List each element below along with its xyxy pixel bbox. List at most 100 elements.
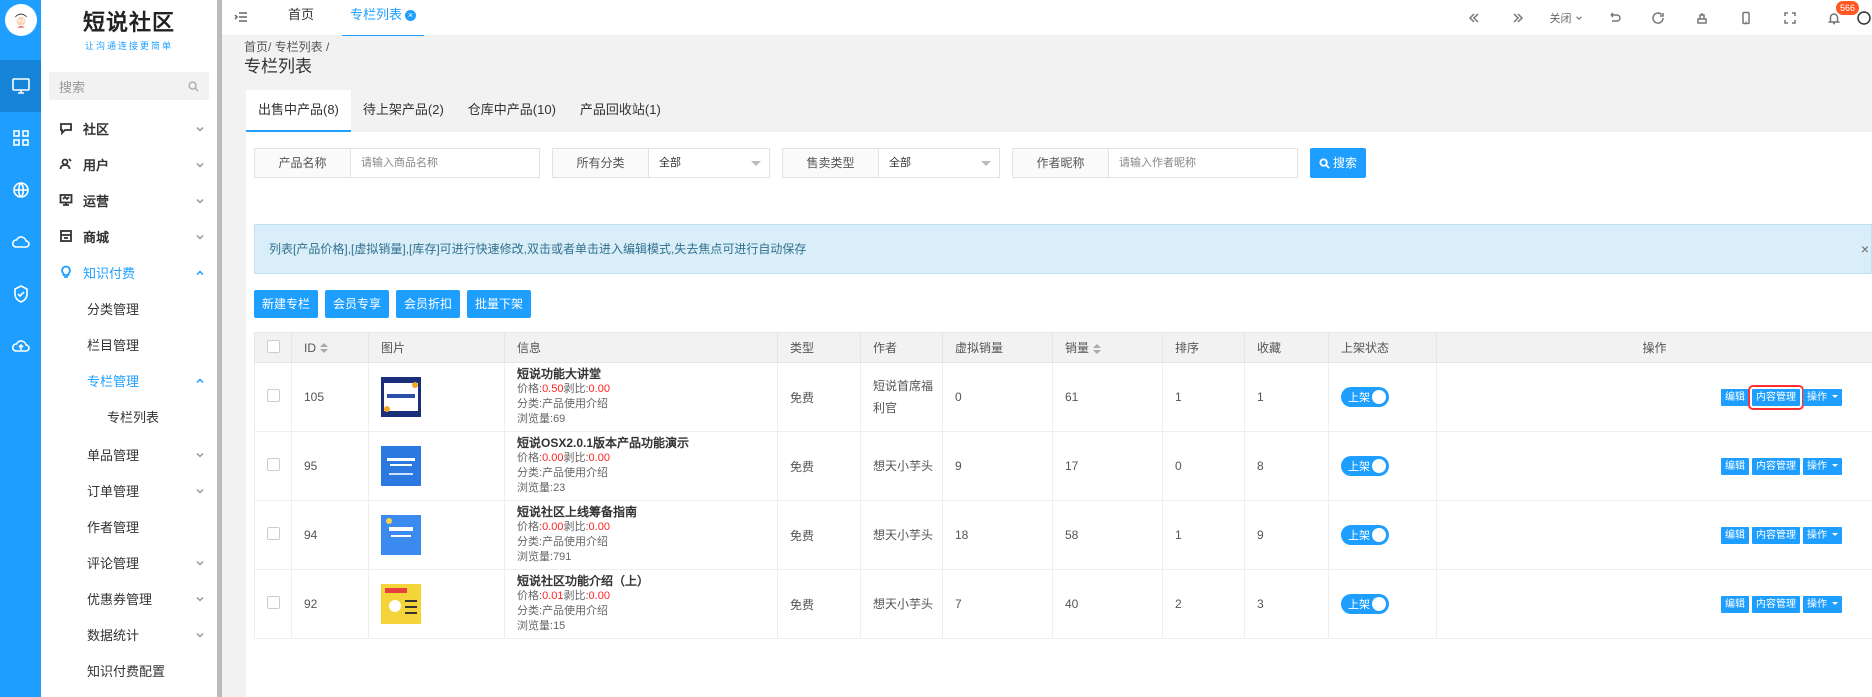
prev-tab-icon[interactable] — [1452, 0, 1496, 36]
price-value[interactable]: 0.01 — [542, 590, 563, 602]
row-select-cell — [254, 500, 292, 570]
product-category-line: 分类:产品使用介绍 — [517, 466, 777, 481]
chevron-down-icon — [195, 484, 205, 494]
sidebar-item-comment-manage[interactable]: 评论管理 — [41, 544, 217, 580]
product-thumbnail[interactable] — [381, 515, 504, 555]
tab-on-sale[interactable]: 出售中产品(8) — [246, 90, 351, 132]
content-manage-button[interactable]: 内容管理 — [1752, 595, 1800, 613]
cell-virtual-sales[interactable]: 9 — [942, 431, 1053, 501]
tab-pending[interactable]: 待上架产品(2) — [351, 90, 456, 132]
operation-dropdown-button[interactable]: 操作 — [1803, 457, 1842, 475]
row-checkbox[interactable] — [267, 389, 280, 402]
product-category-line: 分类:产品使用介绍 — [517, 604, 777, 619]
cell-sort[interactable]: 1 — [1162, 362, 1245, 432]
product-thumbnail[interactable] — [381, 377, 504, 417]
close-tabs-dropdown[interactable]: 关闭 — [1540, 0, 1592, 36]
sidebar-item-order-manage[interactable]: 订单管理 — [41, 472, 217, 508]
sort-icon[interactable] — [1093, 343, 1102, 354]
sidebar-item-knowledge-config[interactable]: 知识付费配置 — [41, 652, 217, 688]
edit-button[interactable]: 编辑 — [1721, 457, 1749, 475]
notification-bell-icon[interactable]: 566 — [1812, 0, 1860, 36]
operation-dropdown-button[interactable]: 操作 — [1803, 595, 1842, 613]
row-checkbox[interactable] — [267, 458, 280, 471]
cell-sort[interactable]: 2 — [1162, 569, 1245, 639]
rail-monitor-icon[interactable] — [0, 60, 41, 112]
sidebar-item-store[interactable]: 商城 — [41, 218, 217, 254]
author-input[interactable]: 请输入作者昵称 — [1109, 149, 1297, 177]
content-manage-button[interactable]: 内容管理 — [1752, 526, 1800, 544]
sidebar-item-label: 知识付费 — [83, 265, 136, 281]
sidebar-item-coupon-manage[interactable]: 优惠券管理 — [41, 580, 217, 616]
sidebar-item-column-manage[interactable]: 栏目管理 — [41, 326, 217, 362]
sale-type-select[interactable]: 全部 — [879, 149, 999, 177]
product-name: 短说社区功能介绍（上） — [517, 574, 650, 588]
menu-search-input[interactable]: 搜索 — [49, 72, 209, 100]
mobile-icon[interactable] — [1724, 0, 1768, 36]
content-manage-button[interactable]: 内容管理 — [1752, 457, 1800, 475]
sidebar-item-community[interactable]: 社区 — [41, 110, 217, 146]
sidebar-item-users[interactable]: 用户 — [41, 146, 217, 182]
sidebar-item-category-manage[interactable]: 分类管理 — [41, 290, 217, 326]
logo[interactable]: 短说社区 让沟通连接更简单 — [41, 0, 217, 56]
col-id[interactable]: ID — [291, 332, 369, 363]
listing-status-toggle[interactable]: 上架 — [1341, 594, 1389, 614]
row-checkbox[interactable] — [267, 527, 280, 540]
cell-virtual-sales[interactable]: 18 — [942, 500, 1053, 570]
sidebar-item-single-manage[interactable]: 单品管理 — [41, 436, 217, 472]
sidebar-item-operation[interactable]: 运营 — [41, 182, 217, 218]
price-value[interactable]: 0.50 — [542, 383, 563, 395]
operation-dropdown-button[interactable]: 操作 — [1803, 526, 1842, 544]
category-select[interactable]: 全部 — [649, 149, 769, 177]
rail-shield-icon[interactable] — [0, 268, 41, 320]
listing-status-toggle[interactable]: 上架 — [1341, 456, 1389, 476]
select-all-checkbox[interactable] — [267, 339, 280, 353]
listing-status-toggle[interactable]: 上架 — [1341, 525, 1389, 545]
tab-special-list[interactable]: 专栏列表 × — [342, 0, 425, 37]
price-value[interactable]: 0.00 — [542, 521, 563, 533]
close-icon[interactable]: × — [405, 10, 417, 22]
user-avatar-small[interactable] — [1856, 0, 1872, 36]
search-button[interactable]: 搜索 — [1310, 148, 1367, 178]
cell-virtual-sales[interactable]: 0 — [942, 362, 1053, 432]
sidebar-item-special-list[interactable]: 专栏列表 — [41, 398, 217, 434]
col-sales[interactable]: 销量 — [1052, 332, 1163, 363]
sidebar-item-author-manage[interactable]: 作者管理 — [41, 508, 217, 544]
edit-button[interactable]: 编辑 — [1721, 388, 1749, 406]
cell-virtual-sales[interactable]: 7 — [942, 569, 1053, 639]
rail-globe-icon[interactable] — [0, 164, 41, 216]
listing-status-toggle[interactable]: 上架 — [1341, 387, 1389, 407]
new-column-button[interactable]: 新建专栏 — [254, 290, 319, 318]
close-icon[interactable]: × — [1861, 225, 1869, 273]
sidebar-item-special-manage[interactable]: 专栏管理 — [41, 362, 217, 398]
cell-sort[interactable]: 1 — [1162, 500, 1245, 570]
content-manage-button[interactable]: 内容管理 — [1748, 384, 1804, 410]
undo-icon[interactable] — [1592, 0, 1636, 36]
price-value[interactable]: 0.00 — [542, 452, 563, 464]
rail-grid-icon[interactable] — [0, 112, 41, 164]
fullscreen-icon[interactable] — [1768, 0, 1812, 36]
tab-home[interactable]: 首页 — [288, 0, 314, 36]
avatar[interactable] — [4, 4, 37, 36]
product-thumbnail[interactable] — [381, 584, 504, 624]
next-tab-icon[interactable] — [1496, 0, 1540, 36]
row-checkbox[interactable] — [267, 596, 280, 609]
edit-button[interactable]: 编辑 — [1721, 526, 1749, 544]
sidebar-item-knowledge-pay[interactable]: 知识付费 — [41, 254, 217, 290]
cell-sort[interactable]: 0 — [1162, 431, 1245, 501]
product-name-input[interactable]: 请输入商品名称 — [351, 149, 539, 177]
rail-cloud-icon[interactable] — [0, 216, 41, 268]
rail-cloud-upload-icon[interactable] — [0, 320, 41, 372]
sidebar-item-data-stats[interactable]: 数据统计 — [41, 616, 217, 652]
batch-offline-button[interactable]: 批量下架 — [467, 290, 532, 318]
member-exclusive-button[interactable]: 会员专享 — [325, 290, 390, 318]
clean-icon[interactable] — [1680, 0, 1724, 36]
product-thumbnail[interactable] — [381, 446, 504, 486]
tab-recycle-bin[interactable]: 产品回收站(1) — [568, 90, 673, 132]
member-discount-button[interactable]: 会员折扣 — [396, 290, 461, 318]
tab-warehouse[interactable]: 仓库中产品(10) — [456, 90, 568, 132]
fold-menu-icon[interactable] — [234, 10, 248, 24]
refresh-icon[interactable] — [1636, 0, 1680, 36]
edit-button[interactable]: 编辑 — [1721, 595, 1749, 613]
sort-icon[interactable] — [320, 343, 328, 354]
operation-dropdown-button[interactable]: 操作 — [1803, 388, 1842, 406]
